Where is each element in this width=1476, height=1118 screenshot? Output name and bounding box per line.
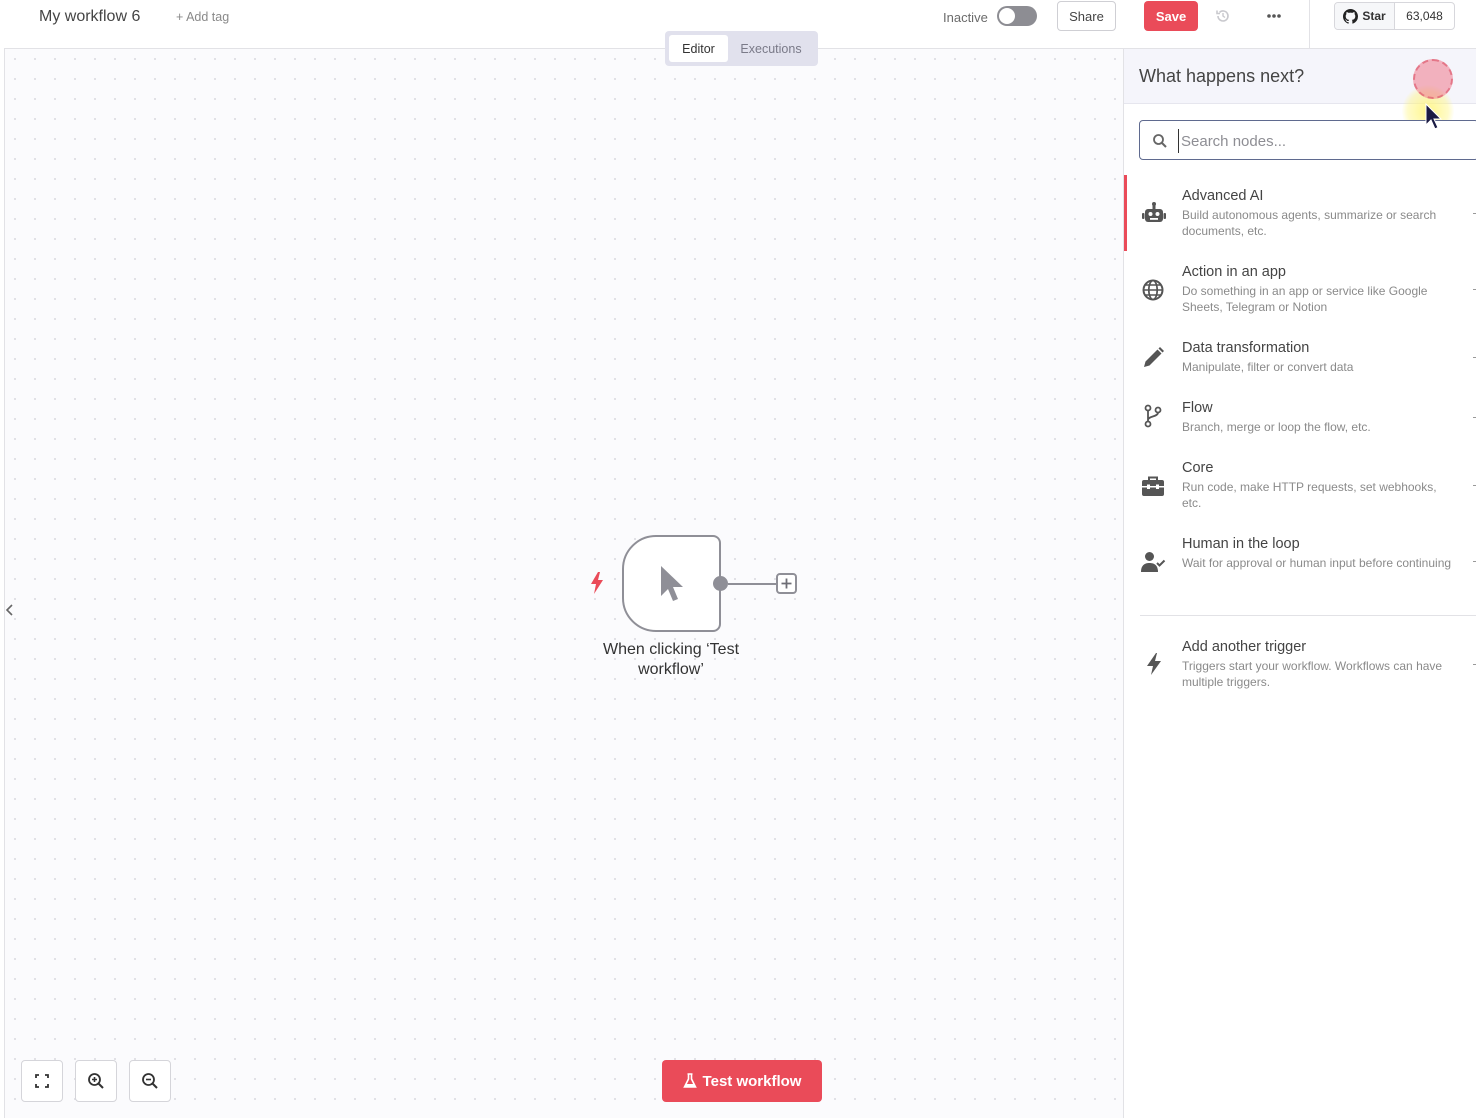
flask-icon bbox=[682, 1073, 697, 1088]
workflow-canvas[interactable] bbox=[5, 49, 1123, 1118]
view-tabs: Editor Executions bbox=[665, 31, 818, 66]
mouse-pointer-icon bbox=[660, 565, 683, 601]
category-flow[interactable]: Flow Branch, merge or loop the flow, etc… bbox=[1124, 387, 1476, 447]
chevron-left-icon[interactable] bbox=[5, 601, 15, 619]
zoom-in-button[interactable] bbox=[75, 1060, 117, 1102]
header-divider bbox=[1309, 0, 1310, 48]
share-button[interactable]: Share bbox=[1057, 1, 1116, 31]
category-core[interactable]: Core Run code, make HTTP requests, set w… bbox=[1124, 447, 1476, 523]
zoom-out-button[interactable] bbox=[129, 1060, 171, 1102]
category-desc: Branch, merge or loop the flow, etc. bbox=[1182, 420, 1371, 434]
more-options-icon[interactable] bbox=[1266, 8, 1282, 24]
trigger-title: Add another trigger bbox=[1182, 639, 1307, 655]
zoom-in-icon bbox=[88, 1073, 104, 1089]
category-desc: Do something in an app or service like G… bbox=[1182, 284, 1428, 314]
category-desc: Run code, make HTTP requests, set webhoo… bbox=[1182, 480, 1437, 510]
n8n-workflow-editor: My workflow 6 + Add tag Inactive Share S… bbox=[0, 0, 1476, 1118]
bolt-icon bbox=[1147, 653, 1161, 675]
category-title: Core bbox=[1182, 460, 1214, 476]
category-title: Flow bbox=[1182, 400, 1213, 416]
node-creator-panel: What happens next? Search nodes... Advan… bbox=[1123, 49, 1476, 1118]
pen-icon bbox=[1144, 347, 1164, 367]
save-button[interactable]: Save bbox=[1144, 1, 1198, 31]
category-desc: Manipulate, filter or convert data bbox=[1182, 360, 1354, 374]
click-indicator bbox=[1413, 59, 1453, 99]
status-label: Inactive bbox=[943, 10, 988, 25]
add-tag-link[interactable]: + Add tag bbox=[176, 10, 229, 24]
node-label: When clicking ‘Test workflow’ bbox=[602, 641, 740, 678]
panel-title: What happens next? bbox=[1139, 66, 1305, 86]
category-title: Advanced AI bbox=[1182, 188, 1264, 204]
zoom-out-icon bbox=[142, 1073, 158, 1089]
category-advanced-ai[interactable]: Advanced AI Build autonomous agents, sum… bbox=[1124, 175, 1476, 251]
category-human-in-loop[interactable]: Human in the loop Wait for approval or h… bbox=[1124, 523, 1476, 599]
tab-executions[interactable]: Executions bbox=[730, 35, 812, 62]
github-icon bbox=[1343, 8, 1359, 24]
add-another-trigger[interactable]: Add another trigger Triggers start your … bbox=[1124, 627, 1476, 703]
branch-icon bbox=[1144, 404, 1162, 428]
test-workflow-label: Test workflow bbox=[702, 1072, 802, 1090]
plus-icon bbox=[781, 578, 792, 589]
search-input[interactable] bbox=[1178, 129, 1468, 153]
user-check-icon bbox=[1141, 552, 1166, 572]
github-star-button[interactable]: Star bbox=[1335, 3, 1395, 29]
node-output-handle[interactable] bbox=[713, 576, 728, 591]
category-action-in-app[interactable]: Action in an app Do something in an app … bbox=[1124, 251, 1476, 327]
category-title: Human in the loop bbox=[1182, 536, 1300, 552]
add-node-plus-button[interactable] bbox=[776, 573, 797, 594]
history-icon[interactable] bbox=[1215, 8, 1231, 24]
toolbox-icon bbox=[1142, 476, 1164, 496]
active-toggle[interactable] bbox=[997, 6, 1037, 26]
mouse-cursor-icon bbox=[1425, 103, 1443, 130]
github-star-count[interactable]: 63,048 bbox=[1395, 3, 1454, 29]
trigger-desc: Triggers start your workflow. Workflows … bbox=[1182, 659, 1443, 689]
panel-divider bbox=[1140, 615, 1476, 616]
trigger-bolt-icon bbox=[591, 572, 603, 594]
github-star-widget[interactable]: Star 63,048 bbox=[1334, 2, 1455, 30]
fullscreen-icon bbox=[35, 1074, 49, 1088]
robot-icon bbox=[1142, 202, 1166, 222]
fit-view-button[interactable] bbox=[21, 1060, 63, 1102]
workflow-name[interactable]: My workflow 6 bbox=[39, 8, 140, 26]
tab-editor[interactable]: Editor bbox=[669, 35, 728, 62]
node-connector-line bbox=[728, 583, 776, 585]
category-data-transformation[interactable]: Data transformation Manipulate, filter o… bbox=[1124, 327, 1476, 387]
github-star-label: Star bbox=[1362, 9, 1386, 23]
test-workflow-button[interactable]: Test workflow bbox=[662, 1060, 822, 1102]
toggle-knob bbox=[999, 8, 1015, 24]
category-title: Action in an app bbox=[1182, 264, 1286, 280]
globe-icon bbox=[1142, 279, 1164, 301]
search-icon bbox=[1153, 134, 1167, 148]
panel-header: What happens next? bbox=[1124, 49, 1476, 137]
category-desc: Build autonomous agents, summarize or se… bbox=[1182, 208, 1437, 238]
category-desc: Wait for approval or human input before … bbox=[1182, 556, 1452, 570]
category-title: Data transformation bbox=[1182, 340, 1310, 356]
manual-trigger-node[interactable] bbox=[622, 535, 721, 632]
